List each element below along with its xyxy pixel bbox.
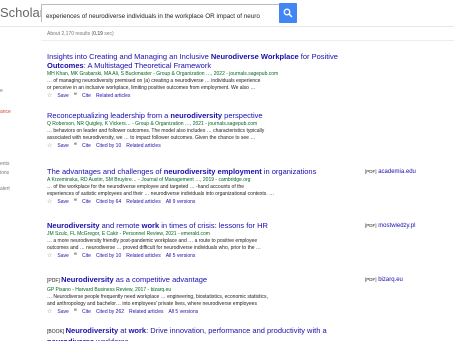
pdf-link[interactable]: [PDF] bizarq.eu bbox=[365, 277, 403, 283]
result-6: [BOOK] Neurodiversity at work: Drive inn… bbox=[47, 326, 357, 341]
result-snippet-line: … of managing neurodiversity premised on… bbox=[47, 77, 261, 84]
search-button[interactable] bbox=[279, 3, 297, 23]
cited-by-link[interactable]: Cited by 64 bbox=[96, 198, 121, 206]
top-bar: Scholar bbox=[0, 0, 454, 26]
cite-link[interactable]: Cite bbox=[82, 92, 91, 100]
quote-icon[interactable]: ❝ bbox=[74, 198, 77, 206]
result-title[interactable]: Insights into Creating and Managing an I… bbox=[47, 52, 357, 70]
result-snippet-line: … of the workplace for the neurodiverse … bbox=[47, 183, 245, 190]
result-title[interactable]: [BOOK] Neurodiversity at work: Drive inn… bbox=[47, 326, 357, 341]
related-articles-link[interactable]: Related articles bbox=[126, 198, 160, 206]
save-link[interactable]: Save bbox=[57, 142, 68, 150]
result-meta: A Krzeminska, RD Austin, SM Bruyère… - J… bbox=[47, 176, 251, 183]
quote-icon[interactable]: ❝ bbox=[74, 252, 77, 260]
related-articles-link[interactable]: Related articles bbox=[126, 142, 160, 150]
related-articles-link[interactable]: Related articles bbox=[126, 252, 160, 260]
quote-icon[interactable]: ❝ bbox=[74, 92, 77, 100]
all-versions-link[interactable]: All 5 versions bbox=[166, 252, 196, 260]
result-snippet-line: … Neurodiverse people frequently need wo… bbox=[47, 293, 268, 300]
result-meta: Q Roberson, NR Quigley, K Vickers… - Gro… bbox=[47, 120, 258, 127]
sidebar-item-relevance[interactable]: ance bbox=[0, 109, 11, 115]
sidebar-item-citations[interactable]: ions bbox=[0, 170, 9, 176]
result-actions: ☆ Save ❝ Cite Cited by 64 Related articles… bbox=[47, 198, 357, 206]
search-icon bbox=[283, 8, 293, 18]
result-snippet-line: and anthropology and bachelor… into empl… bbox=[47, 300, 257, 307]
result-snippet-line: experiences of autistic employees and th… bbox=[47, 190, 275, 197]
results-count: About 2,170 results (0.19 sec) bbox=[47, 31, 114, 37]
star-icon[interactable]: ☆ bbox=[47, 198, 52, 206]
cite-link[interactable]: Cite bbox=[82, 252, 91, 260]
header-divider bbox=[0, 26, 454, 27]
result-snippet-line: or perceive in an inclusive workplace, l… bbox=[47, 84, 256, 91]
result-title[interactable]: Reconceptualizing leadership from a neur… bbox=[47, 111, 357, 120]
result-1: Insights into Creating and Managing an I… bbox=[47, 52, 357, 100]
quote-icon[interactable]: ❝ bbox=[74, 308, 77, 316]
result-snippet-line: associated with neurodiversity, we … to … bbox=[47, 134, 256, 141]
cite-link[interactable]: Cite bbox=[82, 308, 91, 316]
search-input[interactable] bbox=[42, 8, 279, 25]
star-icon[interactable]: ☆ bbox=[47, 308, 52, 316]
result-title[interactable]: Neurodiversity and remote work in times … bbox=[47, 221, 357, 230]
cited-by-link[interactable]: Cited by 262 bbox=[96, 308, 124, 316]
result-3: The advantages and challenges of neurodi… bbox=[47, 167, 357, 206]
pdf-link[interactable]: [PDF] mostwiedzy.pl bbox=[365, 223, 415, 229]
result-5: [PDF] Neurodiversity as a competitive ad… bbox=[47, 275, 357, 316]
result-actions: ☆ Save ❝ Cite Cited by 10 Related articles… bbox=[47, 252, 357, 260]
related-articles-link[interactable]: Related articles bbox=[96, 92, 130, 100]
cited-by-link[interactable]: Cited by 10 bbox=[96, 252, 121, 260]
search-box[interactable] bbox=[41, 4, 279, 25]
result-meta: MH Khan, MK Grabarski, MA Ali, S Buckmas… bbox=[47, 70, 279, 77]
cite-link[interactable]: Cite bbox=[82, 198, 91, 206]
result-2: Reconceptualizing leadership from a neur… bbox=[47, 111, 357, 150]
result-snippet-line: outcomes and … neurodiverse … proved dif… bbox=[47, 244, 261, 251]
cite-link[interactable]: Cite bbox=[82, 142, 91, 150]
quote-icon[interactable]: ❝ bbox=[74, 142, 77, 150]
result-meta: GP Pisano - Harvard Business Review, 201… bbox=[47, 286, 172, 293]
sidebar-item-patents[interactable]: ents bbox=[0, 161, 9, 167]
result-actions: ☆ Save ❝ Cite Related articles bbox=[47, 92, 357, 100]
cited-by-link[interactable]: Cited by 10 bbox=[96, 142, 121, 150]
result-meta: JM Szulc, FL McGregor, E Cakir - Personn… bbox=[47, 230, 210, 237]
save-link[interactable]: Save bbox=[57, 92, 68, 100]
pdf-link[interactable]: [PDF] academia.edu bbox=[365, 169, 416, 175]
save-link[interactable]: Save bbox=[57, 252, 68, 260]
results-divider bbox=[41, 40, 454, 41]
result-actions: ☆ Save ❝ Cite Cited by 10 Related articles bbox=[47, 142, 357, 150]
star-icon[interactable]: ☆ bbox=[47, 142, 52, 150]
star-icon[interactable]: ☆ bbox=[47, 252, 52, 260]
all-versions-link[interactable]: All 5 versions bbox=[168, 308, 198, 316]
related-articles-link[interactable]: Related articles bbox=[129, 308, 163, 316]
scholar-brand[interactable]: Scholar bbox=[0, 5, 44, 20]
result-actions: ☆ Save ❝ Cite Cited by 262 Related article… bbox=[47, 308, 357, 316]
sidebar-item-any-time[interactable]: e bbox=[0, 88, 3, 94]
result-snippet-line: … behaviors on leader and follower outco… bbox=[47, 127, 265, 134]
result-snippet-line: … a more neurodiversity friendly post-pa… bbox=[47, 237, 258, 244]
result-title[interactable]: The advantages and challenges of neurodi… bbox=[47, 167, 357, 176]
save-link[interactable]: Save bbox=[57, 198, 68, 206]
save-link[interactable]: Save bbox=[57, 308, 68, 316]
result-4: Neurodiversity and remote work in times … bbox=[47, 221, 357, 260]
all-versions-link[interactable]: All 9 versions bbox=[166, 198, 196, 206]
star-icon[interactable]: ☆ bbox=[47, 92, 52, 100]
sidebar-item-create-alert[interactable]: alert bbox=[0, 186, 10, 192]
result-title[interactable]: [PDF] Neurodiversity as a competitive ad… bbox=[47, 275, 357, 286]
